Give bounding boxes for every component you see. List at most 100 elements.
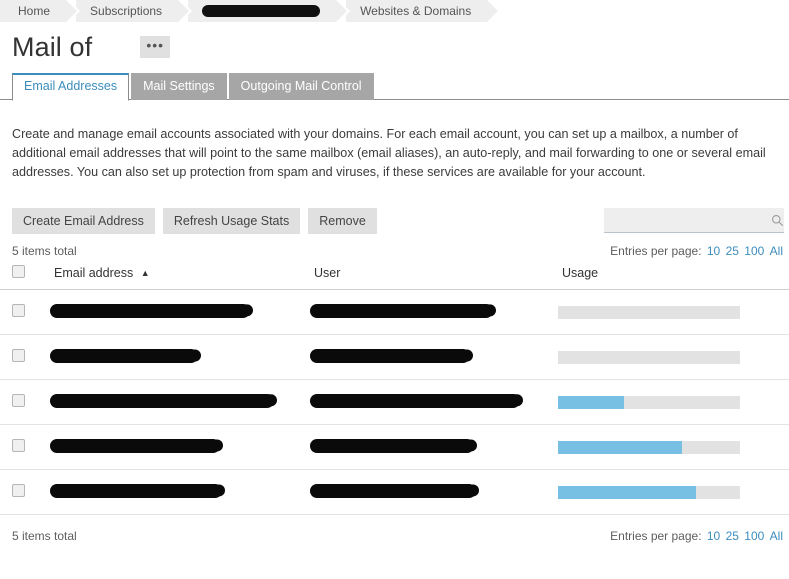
row-actions: i — [766, 305, 789, 320]
create-email-address-button[interactable]: Create Email Address — [12, 208, 155, 235]
refresh-usage-stats-button[interactable]: Refresh Usage Stats — [162, 208, 301, 235]
toolbar: Create Email Address Refresh Usage Stats… — [0, 194, 789, 235]
row-checkbox[interactable] — [12, 349, 25, 363]
entries-per-page: Entries per page: 10 25 100 All — [610, 529, 783, 543]
breadcrumb-item-subscriptions[interactable]: Subscriptions — [76, 0, 193, 22]
column-header-user[interactable]: User — [310, 262, 558, 291]
redacted-email-address — [50, 438, 220, 453]
items-total-label: 5 items total — [12, 529, 77, 544]
row-checkbox[interactable] — [12, 304, 25, 318]
actions-cell: i — [766, 379, 789, 426]
usage-cell — [558, 289, 766, 336]
select-all-checkbox[interactable] — [12, 265, 25, 279]
user-cell — [310, 334, 558, 381]
tab-outgoing-mail-control[interactable]: Outgoing Mail Control — [228, 73, 374, 100]
entries-option-25[interactable]: 25 — [726, 244, 739, 258]
breadcrumb-label: Websites & Domains — [360, 4, 472, 18]
row-select-cell — [0, 289, 50, 336]
entries-option-25[interactable]: 25 — [726, 529, 739, 543]
row-checkbox[interactable] — [12, 484, 25, 498]
redacted-user — [310, 393, 520, 408]
table-row[interactable]: i — [0, 289, 789, 336]
email-address-cell[interactable] — [50, 289, 310, 336]
user-cell — [310, 379, 558, 426]
page-description: Create and manage email accounts associa… — [12, 126, 766, 179]
table-row[interactable]: i — [0, 379, 789, 426]
tab-label: Email Addresses — [24, 79, 118, 93]
entries-per-page: Entries per page: 10 25 100 All — [610, 244, 783, 258]
table-row[interactable]: i — [0, 424, 789, 471]
entries-option-10[interactable]: 10 — [707, 244, 720, 258]
usage-bar-fill — [558, 485, 697, 499]
entries-per-page-label: Entries per page: — [610, 529, 702, 544]
tab-bar: Email Addresses Mail Settings Outgoing M… — [0, 72, 789, 101]
tab-email-addresses[interactable]: Email Addresses — [12, 73, 130, 101]
column-label: Usage — [562, 266, 599, 281]
column-header-usage[interactable]: Usage — [558, 262, 766, 291]
email-address-cell[interactable] — [50, 334, 310, 381]
table-header-row: Email address ▲ User Usage — [0, 262, 789, 291]
usage-bar — [558, 395, 740, 409]
row-checkbox[interactable] — [12, 394, 25, 408]
usage-cell — [558, 379, 766, 426]
entries-option-all[interactable]: All — [770, 529, 783, 543]
email-addresses-table: Email address ▲ User Usage i i i i i — [0, 262, 789, 516]
search-box[interactable] — [604, 208, 784, 234]
pagination-top: 5 items total Entries per page: 10 25 10… — [0, 234, 789, 262]
table-row[interactable]: i — [0, 334, 789, 381]
redacted-user — [310, 348, 470, 363]
row-select-cell — [0, 379, 50, 426]
row-select-cell — [0, 424, 50, 471]
usage-bar — [558, 350, 740, 364]
email-address-cell[interactable] — [50, 379, 310, 426]
ellipsis-icon: ••• — [146, 36, 165, 53]
table-body: i i i i i — [0, 289, 789, 516]
column-header-actions — [766, 262, 789, 291]
search-input[interactable] — [604, 213, 771, 228]
redacted-email-address — [50, 393, 274, 408]
entries-option-100[interactable]: 100 — [744, 244, 764, 258]
sort-ascending-icon: ▲ — [140, 268, 150, 279]
actions-cell: i — [766, 289, 789, 336]
entries-option-100[interactable]: 100 — [744, 529, 764, 543]
row-actions: i — [766, 440, 789, 455]
column-label: Email address — [54, 266, 134, 281]
items-total-label: 5 items total — [12, 244, 77, 259]
redacted-bar — [202, 5, 321, 17]
breadcrumb-item-websites-domains[interactable]: Websites & Domains — [346, 0, 502, 22]
more-options-button[interactable]: ••• — [140, 36, 171, 58]
page-title: Mail of — [12, 31, 93, 62]
usage-cell — [558, 334, 766, 381]
entries-option-10[interactable]: 10 — [707, 529, 720, 543]
entries-option-all[interactable]: All — [770, 244, 783, 258]
redacted-user — [310, 303, 493, 318]
email-address-cell[interactable] — [50, 424, 310, 471]
usage-bar — [558, 305, 740, 319]
row-checkbox[interactable] — [12, 439, 25, 453]
tab-mail-settings[interactable]: Mail Settings — [131, 73, 227, 100]
redacted-user — [310, 438, 474, 453]
breadcrumb-label: Home — [18, 4, 51, 18]
search-icon[interactable] — [771, 214, 784, 227]
column-header-email-address[interactable]: Email address ▲ — [50, 262, 310, 291]
row-select-cell — [0, 334, 50, 381]
redacted-email-address — [50, 348, 198, 363]
breadcrumb-label: Subscriptions — [90, 4, 163, 18]
table-row[interactable]: i — [0, 469, 789, 516]
user-cell — [310, 424, 558, 471]
email-address-cell[interactable] — [50, 469, 310, 516]
row-select-cell — [0, 469, 50, 516]
usage-cell — [558, 424, 766, 471]
breadcrumb-item-redacted[interactable] — [188, 0, 351, 22]
actions-cell: i — [766, 424, 789, 471]
row-actions: i — [766, 485, 789, 500]
column-label: User — [314, 266, 341, 281]
actions-cell: i — [766, 469, 789, 516]
remove-button[interactable]: Remove — [308, 208, 377, 235]
usage-bar — [558, 440, 740, 454]
user-cell — [310, 289, 558, 336]
breadcrumb-item-home[interactable]: Home — [0, 0, 81, 22]
tab-label: Mail Settings — [143, 79, 215, 93]
actions-cell: i — [766, 334, 789, 381]
user-cell — [310, 469, 558, 516]
